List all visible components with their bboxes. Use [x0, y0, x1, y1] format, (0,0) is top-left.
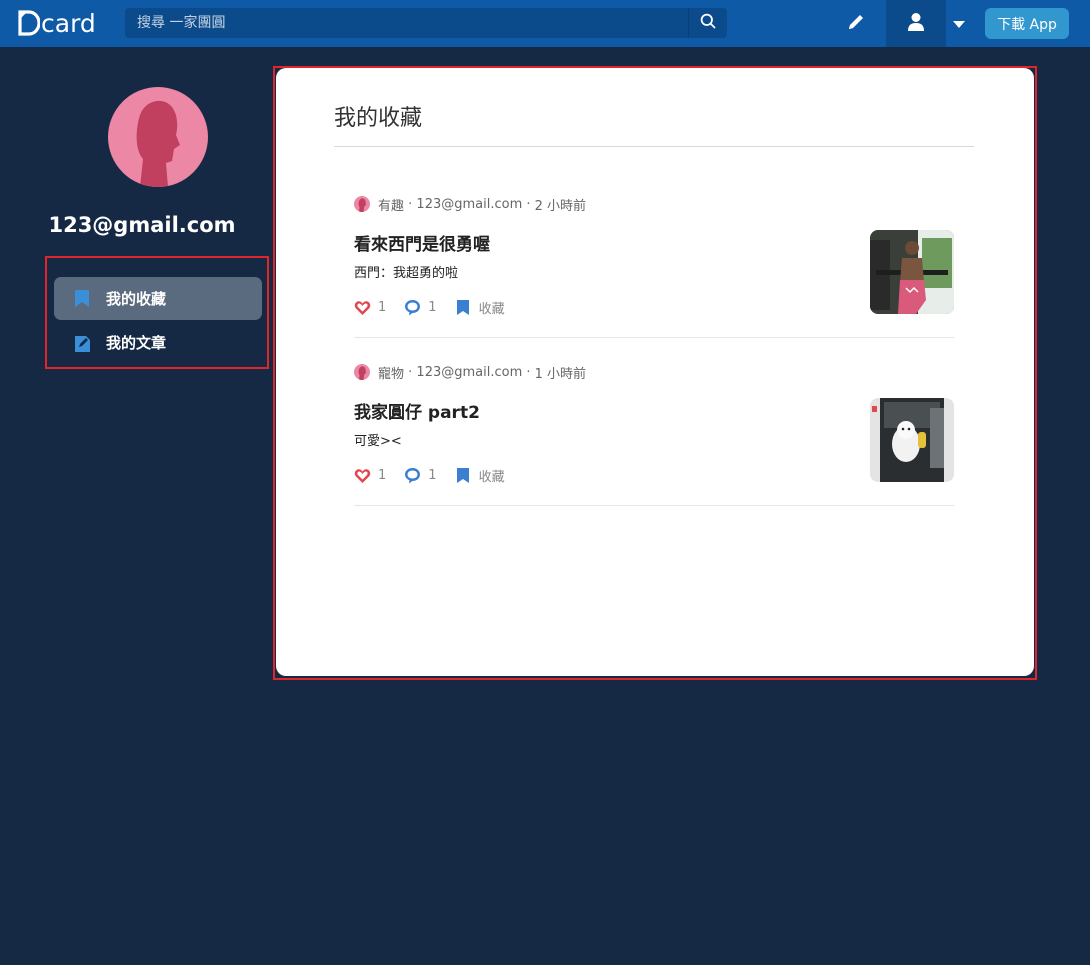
separator-dot: ·	[522, 364, 535, 380]
dcard-logo[interactable]: card	[18, 6, 96, 40]
separator-dot: ·	[404, 364, 417, 380]
search-button[interactable]	[688, 8, 727, 38]
post-title[interactable]: 我家圓仔 part2	[354, 398, 480, 423]
comment-icon	[404, 467, 421, 484]
account-dropdown-toggle[interactable]	[948, 12, 970, 34]
sidebar-item-favorites[interactable]: 我的收藏	[54, 277, 262, 320]
heart-icon	[354, 467, 371, 484]
like-count: 1	[378, 300, 387, 315]
list-item[interactable]: 寵物 · 123@gmail.com · 1 小時前 我家圓仔 part2 可愛…	[354, 338, 954, 506]
bookmark-icon	[455, 299, 472, 316]
profile-username: 123@gmail.com	[48, 213, 236, 237]
logo-mark-icon	[18, 10, 41, 36]
post-thumbnail[interactable]	[870, 230, 954, 314]
post-meta: 寵物 · 123@gmail.com · 1 小時前	[354, 363, 587, 382]
sidebar-item-label: 我的文章	[106, 334, 167, 352]
save-button[interactable]: 收藏	[455, 466, 505, 485]
post-time: 2 小時前	[534, 198, 587, 214]
post-title[interactable]: 看來西門是很勇喔	[354, 230, 490, 255]
pencil-icon	[846, 12, 866, 36]
favorites-panel: 我的收藏 有趣 · 123@gmail.com · 2 小時前 看來西門是很勇喔…	[276, 68, 1034, 676]
post-excerpt: 西門：我超勇的啦	[354, 266, 459, 281]
edit-document-icon	[72, 333, 92, 353]
download-app-button[interactable]: 下載 App	[985, 8, 1069, 39]
post-forum[interactable]: 寵物	[378, 363, 404, 382]
comment-button[interactable]: 1	[404, 467, 437, 484]
post-excerpt: 可愛><	[354, 434, 402, 449]
post-time: 1 小時前	[534, 366, 587, 382]
separator-dot: ·	[404, 196, 417, 212]
save-label: 收藏	[478, 302, 505, 317]
like-button[interactable]: 1	[354, 299, 386, 316]
author-avatar	[354, 364, 370, 380]
like-button[interactable]: 1	[354, 467, 386, 484]
post-author: 123@gmail.com	[416, 196, 523, 212]
avatar	[108, 87, 208, 187]
post-actions: 1 1 收藏	[354, 298, 523, 317]
separator-dot: ·	[522, 196, 535, 212]
comment-count: 1	[428, 300, 437, 315]
like-count: 1	[378, 468, 387, 483]
post-actions: 1 1 收藏	[354, 466, 523, 485]
save-label: 收藏	[478, 470, 505, 485]
sidebar-item-label: 我的收藏	[106, 290, 167, 308]
logo-text: card	[41, 8, 96, 38]
divider	[334, 146, 974, 147]
write-post-button[interactable]	[840, 8, 872, 40]
comment-count: 1	[428, 468, 437, 483]
search-bar	[125, 8, 727, 38]
user-menu-button[interactable]	[886, 0, 946, 47]
sidebar-item-my-posts[interactable]: 我的文章	[54, 321, 262, 364]
list-item[interactable]: 有趣 · 123@gmail.com · 2 小時前 看來西門是很勇喔 西門：我…	[354, 170, 954, 338]
user-icon	[907, 12, 925, 36]
post-author: 123@gmail.com	[416, 364, 523, 380]
top-nav: card 下載 App	[0, 0, 1090, 47]
post-thumbnail[interactable]	[870, 398, 954, 482]
post-meta: 有趣 · 123@gmail.com · 2 小時前	[354, 195, 587, 214]
search-input[interactable]	[125, 8, 688, 38]
search-icon	[700, 13, 716, 33]
comment-icon	[404, 299, 421, 316]
save-button[interactable]: 收藏	[455, 298, 505, 317]
post-forum[interactable]: 有趣	[378, 195, 404, 214]
bookmark-icon	[72, 289, 92, 309]
author-avatar	[354, 196, 370, 212]
caret-down-icon	[953, 14, 965, 33]
bookmark-icon	[455, 467, 472, 484]
comment-button[interactable]: 1	[404, 299, 437, 316]
heart-icon	[354, 299, 371, 316]
page-title: 我的收藏	[334, 106, 423, 131]
